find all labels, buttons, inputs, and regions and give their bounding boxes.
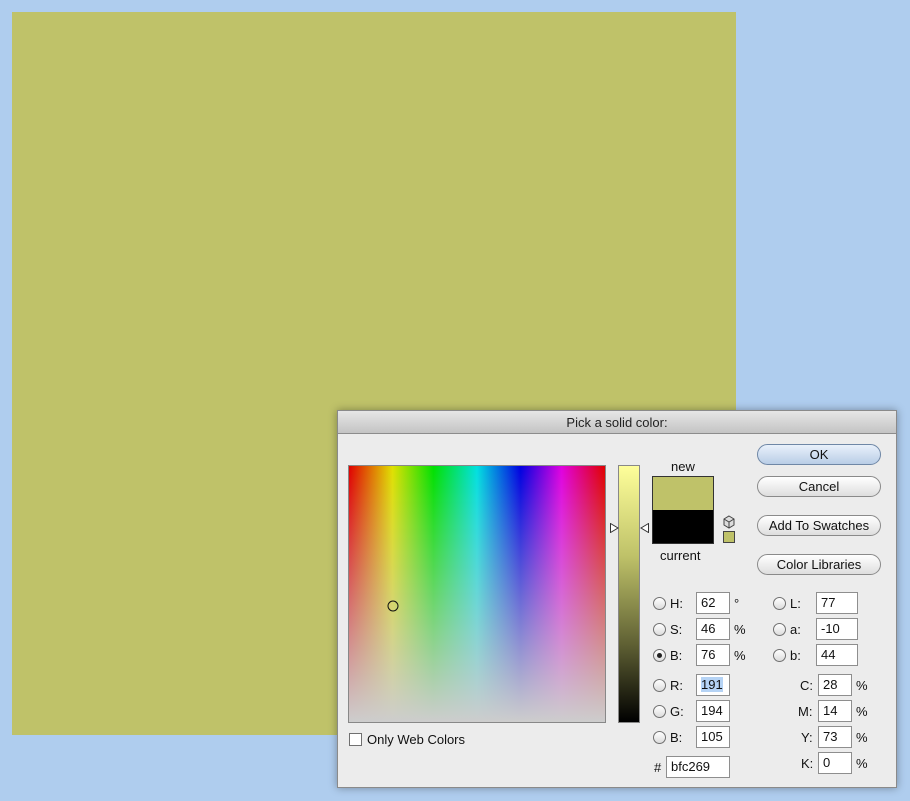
lab-l-label: L: — [790, 596, 801, 611]
cancel-button[interactable]: Cancel — [757, 476, 881, 497]
brightness-input[interactable]: 76 — [696, 644, 730, 666]
red-value: 191 — [701, 677, 723, 692]
green-label: G: — [670, 704, 684, 719]
blue-input[interactable]: 105 — [696, 726, 730, 748]
color-field[interactable] — [348, 465, 606, 723]
magenta-unit: % — [856, 704, 868, 719]
cyan-label: C: — [800, 678, 813, 693]
lab-a-label: a: — [790, 622, 801, 637]
lab-b-radio[interactable] — [773, 649, 786, 662]
lab-a-radio[interactable] — [773, 623, 786, 636]
saturation-input[interactable]: 46 — [696, 618, 730, 640]
green-input[interactable]: 194 — [696, 700, 730, 722]
slider-arrow-icon[interactable] — [610, 523, 619, 533]
yellow-input[interactable]: 73 — [818, 726, 852, 748]
red-radio[interactable] — [653, 679, 666, 692]
brightness-label: B: — [670, 648, 683, 663]
blue-label: B: — [670, 730, 683, 745]
gamut-cube-icon[interactable] — [722, 515, 736, 529]
brightness-unit: % — [734, 648, 746, 663]
black-unit: % — [856, 756, 868, 771]
green-radio[interactable] — [653, 705, 666, 718]
lab-l-radio[interactable] — [773, 597, 786, 610]
ok-button[interactable]: OK — [757, 444, 881, 465]
hue-unit: ° — [734, 596, 740, 611]
red-label: R: — [670, 678, 683, 693]
yellow-unit: % — [856, 730, 868, 745]
brightness-radio[interactable] — [653, 649, 666, 662]
saturation-radio[interactable] — [653, 623, 666, 636]
cyan-unit: % — [856, 678, 868, 693]
saturation-label: S: — [670, 622, 683, 637]
lab-l-input[interactable]: 77 — [816, 592, 858, 614]
lab-b-label: b: — [790, 648, 801, 663]
field-cursor-icon[interactable] — [386, 599, 400, 613]
new-label: new — [671, 459, 695, 474]
cyan-input[interactable]: 28 — [818, 674, 852, 696]
color-libraries-button[interactable]: Color Libraries — [757, 554, 881, 575]
dialog-title: Pick a solid color: — [338, 411, 896, 434]
slider-arrow-icon[interactable] — [640, 523, 649, 533]
brightness-slider[interactable] — [618, 465, 640, 723]
black-label: K: — [801, 756, 814, 771]
hue-radio[interactable] — [653, 597, 666, 610]
hue-label: H: — [670, 596, 683, 611]
only-web-colors-checkbox[interactable] — [349, 733, 362, 746]
lab-a-input[interactable]: -10 — [816, 618, 858, 640]
add-to-swatches-button[interactable]: Add To Swatches — [757, 515, 881, 536]
yellow-label: Y: — [801, 730, 813, 745]
saturation-unit: % — [734, 622, 746, 637]
magenta-input[interactable]: 14 — [818, 700, 852, 722]
red-input[interactable]: 191 — [696, 674, 730, 696]
only-web-colors-label[interactable]: Only Web Colors — [367, 732, 465, 748]
current-label: current — [660, 548, 701, 563]
hue-input[interactable]: 62 — [696, 592, 730, 614]
magenta-label: M: — [798, 704, 813, 719]
new-color-swatch — [652, 476, 714, 510]
lab-b-input[interactable]: 44 — [816, 644, 858, 666]
current-color-swatch[interactable] — [652, 510, 714, 544]
hex-input[interactable]: bfc269 — [666, 756, 730, 778]
black-input[interactable]: 0 — [818, 752, 852, 774]
hex-label: # — [654, 760, 662, 775]
color-picker-dialog: Pick a solid color: new current OK Cance… — [337, 410, 897, 788]
blue-radio[interactable] — [653, 731, 666, 744]
web-safe-swatch-icon[interactable] — [723, 531, 735, 543]
